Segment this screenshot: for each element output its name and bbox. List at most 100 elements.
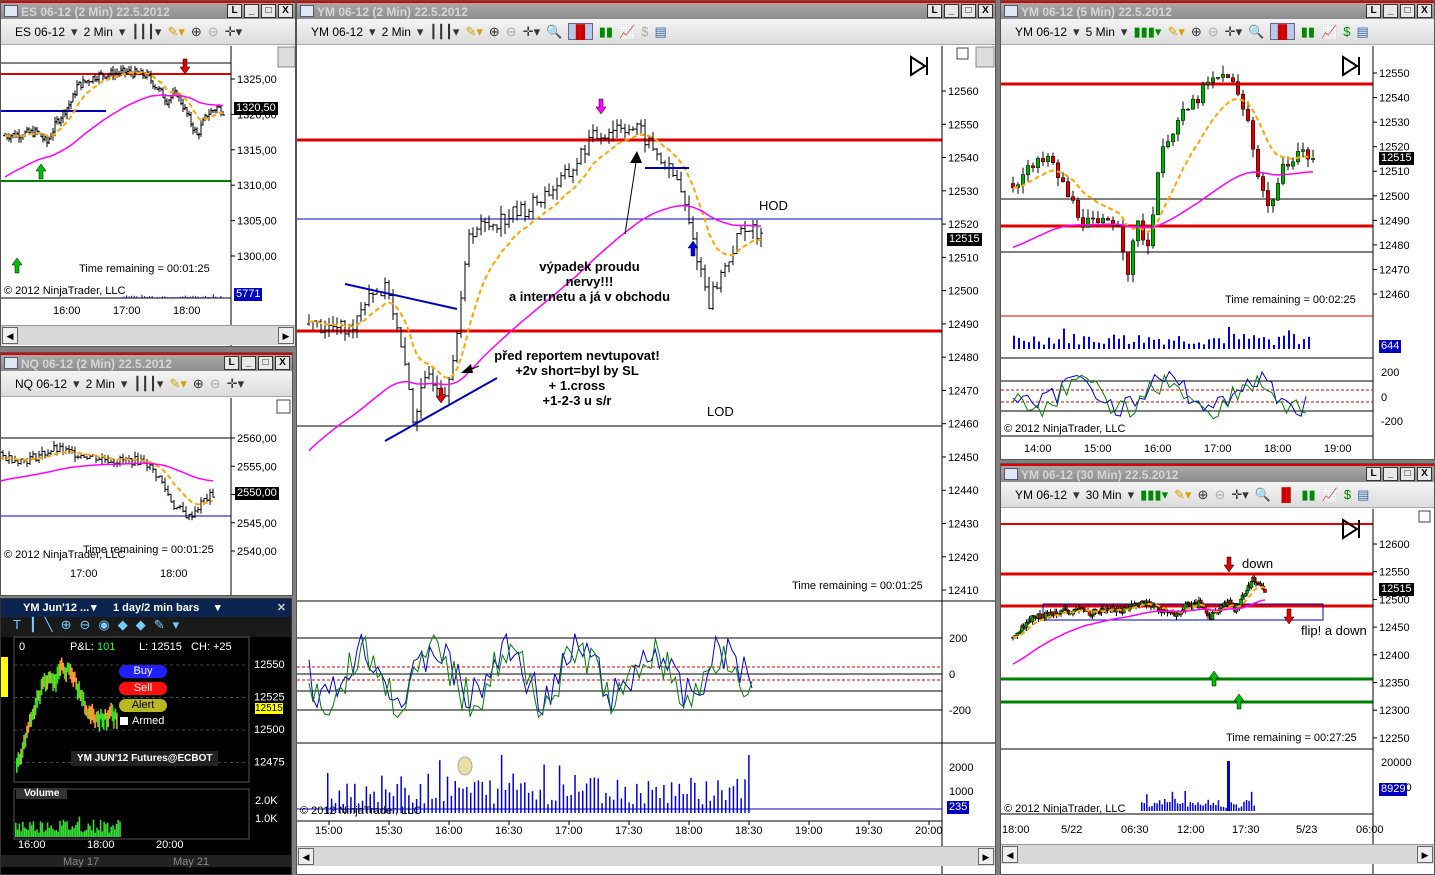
volume-bar: [1230, 802, 1232, 811]
indicator-tick: -200: [949, 705, 971, 717]
time-label: 06:00: [1356, 824, 1384, 836]
time-label: 16:30: [495, 825, 523, 837]
volume-bar: [512, 773, 514, 813]
volume-bar: [1151, 806, 1153, 811]
volume-bar: [1118, 338, 1120, 349]
candle-body: [1186, 108, 1190, 111]
volume-bar: [133, 295, 135, 298]
volume-bar: [1268, 339, 1270, 349]
price-bar: [60, 657, 63, 671]
time-label: 18:00: [1002, 824, 1030, 836]
candle-body: [1271, 199, 1275, 206]
candle-body: [1263, 589, 1267, 593]
ym5-price-chart[interactable]: 1255012540125301252012510125001249012480…: [1001, 1, 1435, 460]
sell-button[interactable]: Sell: [119, 682, 167, 695]
candle-body: [1121, 224, 1125, 252]
volume-bar: [1068, 343, 1070, 349]
volume-bar: [458, 787, 460, 813]
price-bar: [97, 710, 99, 727]
volume-bar: [146, 296, 148, 298]
price-label: 12460: [1379, 289, 1410, 301]
alert-button[interactable]: Alert: [119, 699, 167, 712]
nq-chart-window: NQ 06-12 (2 Min) 22.5.2012 L _ □ X NQ 06-12…: [0, 352, 293, 596]
volume-bar: [46, 822, 49, 837]
price-bar: [95, 711, 98, 723]
price-bar: [98, 714, 101, 732]
sma-line: [4, 94, 224, 178]
volume-bar: [32, 821, 35, 837]
volume-bar: [37, 832, 40, 837]
volume-bar: [694, 782, 696, 813]
candle-body: [1076, 200, 1080, 218]
candle-body: [1116, 224, 1120, 227]
annotation-outage: výpadek proudu nervy!!! a internetu a já v…: [508, 259, 671, 304]
scroll-down-button: [277, 46, 295, 68]
volume-bar: [1058, 339, 1060, 349]
volume-bar: [439, 760, 441, 813]
price-label: 12470: [948, 385, 979, 397]
time-label: 12:00: [1177, 824, 1205, 836]
volume-bar: [597, 778, 599, 813]
price-bar: [89, 706, 92, 724]
volume-bar: [1176, 803, 1179, 811]
price-label: 12450: [948, 452, 979, 464]
volume-bar: [435, 797, 437, 813]
volume-bar: [121, 297, 122, 298]
candle-body: [1151, 214, 1155, 247]
volume-bar: [562, 784, 565, 813]
armed-checkbox[interactable]: [120, 717, 128, 725]
volume-badge: 235: [947, 801, 970, 814]
volume-bar: [1293, 334, 1295, 349]
horizontal-scrollbar[interactable]: ◀ ▶: [1, 325, 295, 345]
price-label: 12490: [1379, 215, 1410, 227]
price-bar: [94, 714, 96, 729]
volume-bar: [500, 755, 503, 813]
volume-bar: [1253, 335, 1255, 349]
volume-bar: [23, 827, 26, 837]
buy-button[interactable]: Buy: [119, 665, 167, 678]
horizontal-scrollbar[interactable]: ◀ ▶: [1001, 844, 1434, 864]
volume-bar: [43, 831, 45, 837]
price-bar: [30, 711, 33, 727]
volume-bar: [570, 794, 572, 813]
candle-body: [1106, 218, 1110, 221]
volume-bar: [1148, 337, 1150, 349]
horizontal-scrollbar[interactable]: ◀ ▶: [297, 846, 995, 866]
copyright: © 2012 NinjaTrader, LLC: [4, 285, 126, 297]
volume-bar: [442, 801, 445, 813]
volume-bar: [1238, 339, 1240, 349]
candle-body: [1131, 240, 1135, 275]
time-label: 06:30: [1121, 824, 1149, 836]
volume-bar: [1173, 340, 1175, 349]
price-label: 12470: [1379, 264, 1410, 276]
ym-2min-chart-window: YM 06-12 (2 Min) 22.5.2012 L _ □ X YM 06-12…: [296, 0, 996, 875]
volume-bar: [1197, 802, 1199, 811]
volume-bar: [1013, 335, 1015, 349]
volume-bar: [1043, 344, 1045, 349]
volume-bar: [117, 819, 120, 837]
price-bar: [68, 662, 70, 675]
main-price-chart[interactable]: 12560 12550 12540 12530 12520 12510 12500 12490…: [297, 1, 996, 875]
candle-body: [1026, 165, 1030, 175]
time-remaining: Time remaining = 00:27:25: [1226, 732, 1357, 744]
price-bar: [36, 690, 38, 708]
candle-body: [1276, 183, 1280, 201]
price-label: 2540,00: [237, 546, 277, 558]
price-label: 12510: [1379, 166, 1410, 178]
volume-bar: [1158, 338, 1160, 349]
volume-bar: [1188, 343, 1190, 349]
volume-bar: [177, 297, 179, 298]
volume-bar: [164, 296, 166, 298]
volume-bar: [582, 790, 584, 813]
volume-bar: [207, 296, 209, 298]
volume-bar: [20, 831, 22, 837]
volume-bar: [1298, 344, 1300, 349]
volume-bar: [83, 830, 86, 837]
candle-body: [1241, 93, 1245, 110]
volume-bar: [1243, 801, 1245, 811]
candle-body: [1206, 81, 1210, 85]
volume-bar: [1128, 343, 1130, 349]
volume-bar: [202, 296, 204, 298]
time-label: 5/23: [1296, 824, 1317, 836]
price-bar: [18, 754, 21, 766]
